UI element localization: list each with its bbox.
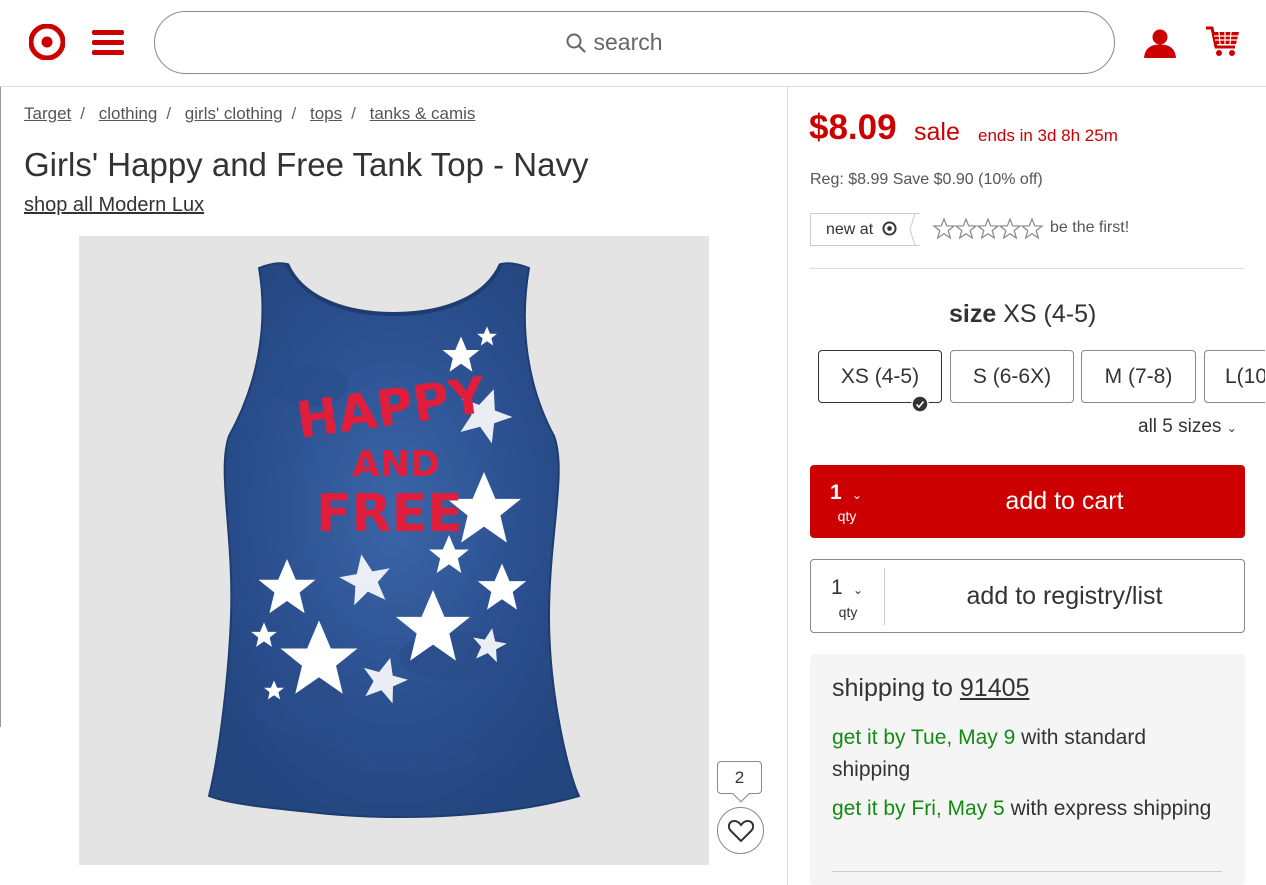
breadcrumb-clothing[interactable]: clothing bbox=[99, 104, 158, 123]
new-at-target-badge: new at bbox=[810, 213, 920, 246]
zip-code-link[interactable]: 91405 bbox=[960, 674, 1030, 702]
registry-qty-selector[interactable]: 1 ⌄ qty bbox=[811, 568, 885, 625]
site-header bbox=[0, 0, 1266, 87]
selected-size: XS (4-5) bbox=[1003, 300, 1097, 328]
target-logo-icon[interactable] bbox=[29, 24, 65, 60]
regular-price: Reg: $8.99 Save $0.90 (10% off) bbox=[810, 171, 1043, 188]
sale-price: $8.09 bbox=[809, 108, 897, 147]
favorite-button[interactable] bbox=[717, 807, 764, 854]
cart-qty-value: 1 bbox=[830, 481, 842, 504]
size-options: XS (4-5) S (6-6X) M (7-8) L(10 bbox=[810, 345, 1265, 415]
new-at-label: new at bbox=[826, 221, 874, 238]
selected-check-icon bbox=[911, 395, 929, 413]
registry-qty-label: qty bbox=[838, 604, 858, 620]
shipping-panel: shipping to 91405 get it by Tue, May 9 w… bbox=[810, 654, 1245, 885]
chevron-down-icon: ⌄ bbox=[1226, 421, 1237, 435]
add-to-cart-label: add to cart bbox=[1005, 487, 1124, 515]
cart-icon[interactable] bbox=[1205, 25, 1241, 59]
product-image[interactable]: HAPPY AND FREE bbox=[79, 236, 709, 865]
express-delivery-date: get it by Fri, May 5 bbox=[832, 797, 1005, 820]
cart-qty-selector[interactable]: 1 ⌄ qty bbox=[810, 465, 884, 538]
sale-ends-countdown: ends in 3d 8h 25m bbox=[978, 126, 1118, 145]
shirt-text-free: FREE bbox=[316, 484, 463, 544]
add-to-registry-label: add to registry/list bbox=[966, 582, 1163, 610]
badge-tail bbox=[905, 213, 916, 246]
add-to-registry-button[interactable]: 1 ⌄ qty add to registry/list bbox=[810, 559, 1245, 633]
left-edge bbox=[0, 87, 1, 727]
star-rating-icon[interactable] bbox=[933, 218, 1045, 240]
all-sizes-toggle[interactable]: all 5 sizes ⌄ bbox=[1138, 416, 1237, 438]
shop-all-brand-link[interactable]: shop all Modern Lux bbox=[24, 194, 204, 217]
shipping-to-label: shipping to bbox=[832, 674, 953, 702]
divider bbox=[832, 871, 1222, 872]
size-heading: size XS (4-5) bbox=[949, 300, 1096, 329]
tank-top-illustration: HAPPY AND FREE bbox=[207, 262, 581, 818]
be-first-review-link[interactable]: be the first! bbox=[1050, 219, 1129, 237]
search-bar[interactable] bbox=[154, 11, 1115, 74]
search-icon bbox=[566, 33, 586, 53]
sale-label: sale bbox=[914, 118, 960, 146]
heart-icon bbox=[727, 819, 754, 842]
breadcrumb: Target / clothing / girls' clothing / tops /… bbox=[24, 104, 476, 123]
size-option-m[interactable]: M (7-8) bbox=[1081, 350, 1196, 403]
size-option-l[interactable]: L(10 bbox=[1204, 350, 1265, 403]
shipping-heading: shipping to 91405 bbox=[832, 674, 1029, 703]
hamburger-menu-icon[interactable] bbox=[92, 30, 124, 56]
breadcrumb-girls-clothing[interactable]: girls' clothing bbox=[185, 104, 283, 123]
express-shipping-text: with express shipping bbox=[1010, 797, 1212, 820]
standard-shipping-info: get it by Tue, May 9 with standard shipp… bbox=[832, 722, 1212, 786]
column-divider bbox=[787, 87, 788, 885]
all-sizes-label: all 5 sizes bbox=[1138, 416, 1222, 437]
add-to-cart-button[interactable]: 1 ⌄ qty add to cart bbox=[810, 465, 1245, 538]
breadcrumb-tops[interactable]: tops bbox=[310, 104, 342, 123]
chevron-down-icon: ⌄ bbox=[852, 488, 863, 502]
size-option-s[interactable]: S (6-6X) bbox=[950, 350, 1074, 403]
product-title: Girls' Happy and Free Tank Top - Navy bbox=[24, 146, 589, 183]
shirt-text-and: AND bbox=[352, 444, 440, 485]
search-input[interactable] bbox=[593, 29, 704, 56]
standard-delivery-date: get it by Tue, May 9 bbox=[832, 726, 1016, 749]
cart-qty-label: qty bbox=[837, 508, 857, 524]
size-label: size bbox=[949, 300, 997, 328]
breadcrumb-tanks-camis[interactable]: tanks & camis bbox=[370, 104, 476, 123]
divider bbox=[810, 268, 1245, 269]
chevron-down-icon: ⌄ bbox=[853, 583, 864, 597]
favorites-count: 2 bbox=[717, 761, 762, 794]
account-icon[interactable] bbox=[1143, 28, 1177, 58]
target-bullseye-icon bbox=[882, 221, 897, 236]
express-shipping-info: get it by Fri, May 5 with express shippi… bbox=[832, 793, 1212, 825]
breadcrumb-target[interactable]: Target bbox=[24, 104, 71, 123]
registry-qty-value: 1 bbox=[831, 576, 843, 599]
